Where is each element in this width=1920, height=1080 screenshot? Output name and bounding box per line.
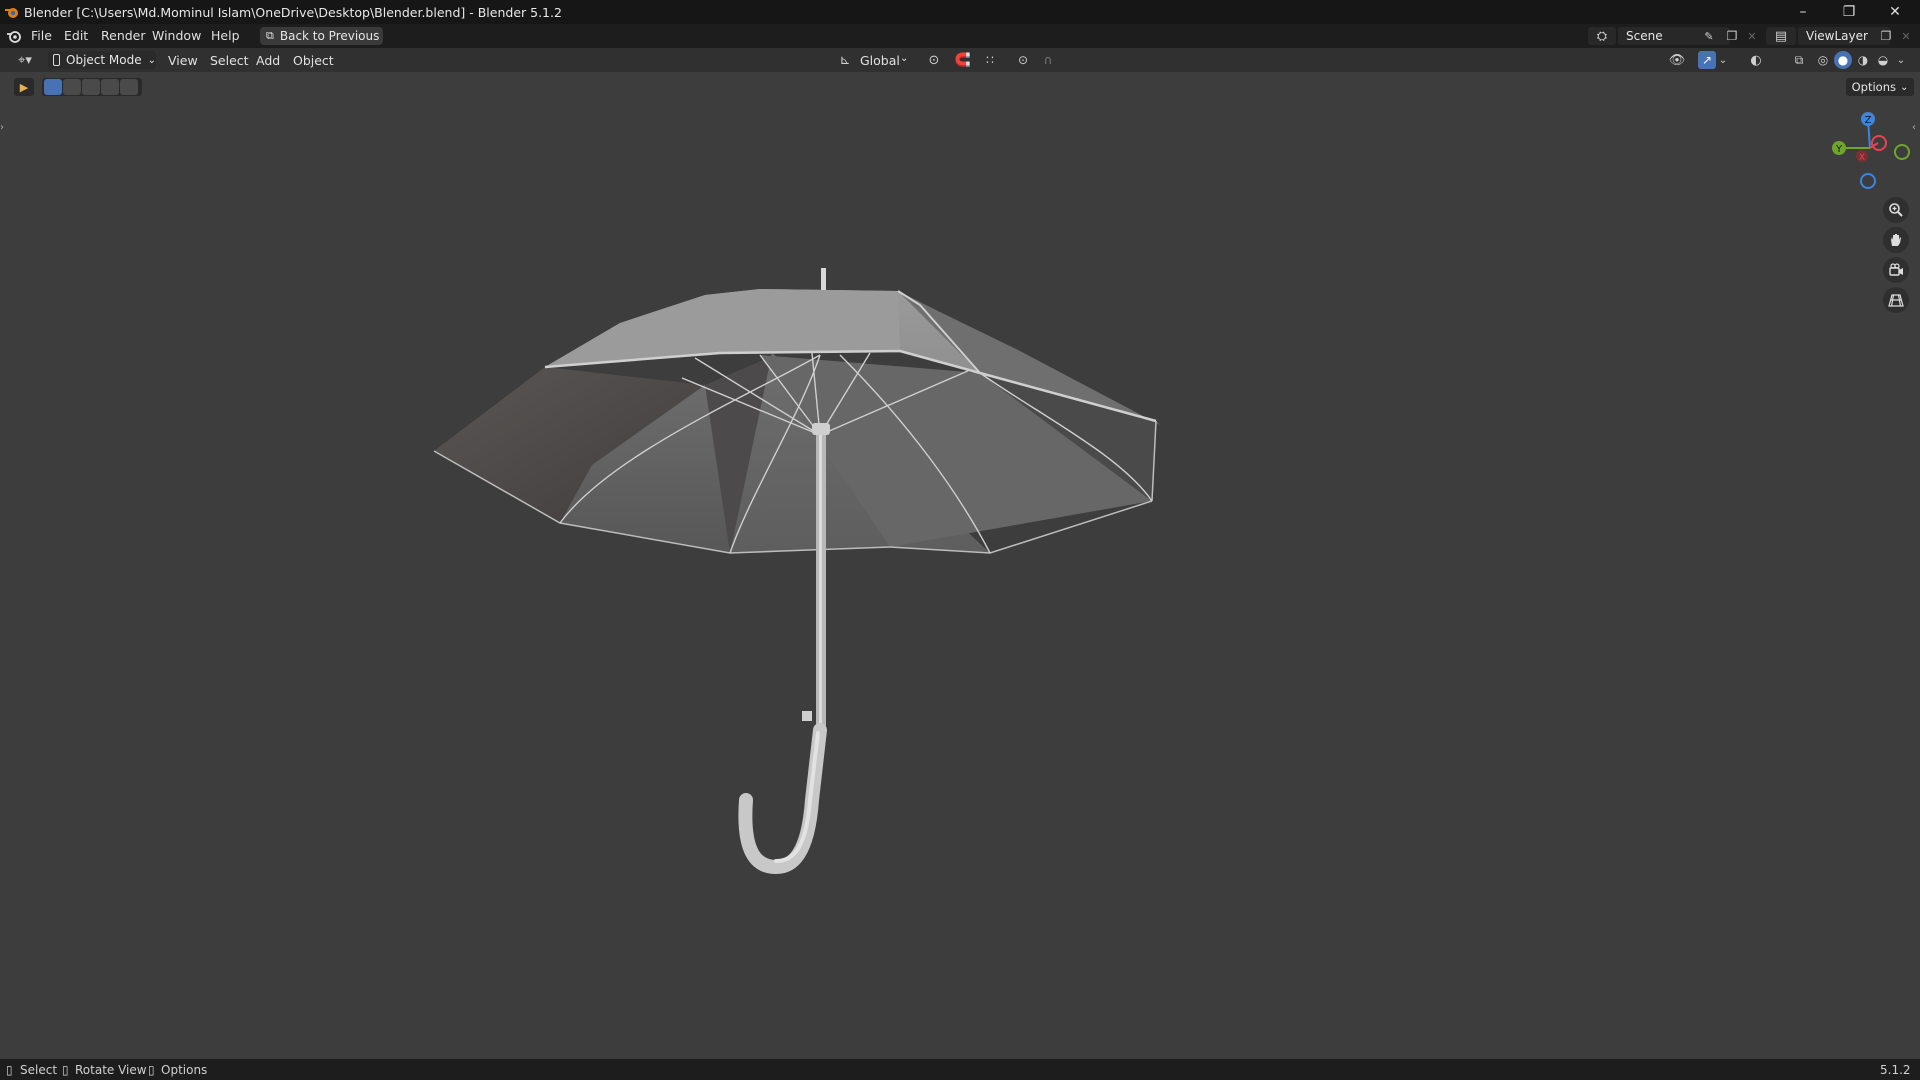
pivot-point-icon[interactable]: ⊙ (920, 51, 948, 69)
toolbar-expand-icon[interactable]: › (0, 122, 8, 138)
view-layer-name: ViewLayer (1806, 29, 1868, 43)
minimize-button[interactable]: – (1780, 0, 1826, 24)
overlays-icon[interactable]: ◐ (1742, 51, 1770, 69)
snap-target-icon[interactable]: ∷ (976, 51, 1004, 69)
object-mode-icon (53, 54, 61, 66)
status-bar: ▯ Select ▯ Rotate View ▯ Options 5.1.2 (0, 1059, 1920, 1080)
pin-icon[interactable]: ✎ (1700, 27, 1718, 45)
navigation-gizmo[interactable]: Z Y X (1822, 108, 1918, 192)
view-layer-icon[interactable]: ▤ (1766, 27, 1796, 45)
umbrella-tip (821, 268, 826, 290)
viewport-header: ⌖▾ Object Mode ⌄ View Select Add Object … (0, 48, 1920, 72)
select-invert-icon[interactable] (101, 79, 119, 95)
gizmo-toggle-icon[interactable]: ↗ (1698, 51, 1716, 69)
top-menu-bar: File Edit Render Window Help ⧉ Back to P… (0, 24, 1920, 48)
chevron-down-icon: ⌄ (1899, 81, 1909, 93)
selection-mode-group (42, 78, 142, 96)
gizmo-x-label: X (1859, 153, 1865, 163)
status-select: Select (20, 1063, 58, 1077)
snap-toggle-icon[interactable]: 🧲 (954, 51, 972, 69)
zoom-icon[interactable] (1883, 197, 1909, 223)
wireframe-shading-icon[interactable]: ◎ (1814, 51, 1832, 69)
select-tool-icon[interactable]: ▶ (14, 78, 34, 96)
scene-name: Scene (1626, 29, 1663, 43)
gizmo-y-label: Y (1835, 144, 1843, 155)
mouse-right-icon: ▯ (148, 1063, 155, 1077)
delete-scene-icon[interactable]: ✕ (1744, 27, 1760, 45)
solid-shading-icon[interactable]: ● (1834, 51, 1852, 69)
canopy-top (545, 289, 900, 367)
options-label: Options (1851, 80, 1896, 94)
delete-view-layer-icon[interactable]: ✕ (1898, 27, 1914, 45)
xray-icon[interactable]: ⧉ (1790, 51, 1808, 69)
mode-label: Object Mode (66, 53, 142, 67)
umbrella-runner (812, 423, 830, 435)
mouse-left-icon: ▯ (6, 1063, 13, 1077)
transform-orientation[interactable]: Global (860, 53, 900, 68)
umbrella-button (802, 711, 812, 721)
falloff-icon[interactable]: ∩ (1034, 51, 1062, 69)
back-to-previous-button[interactable]: ⧉ Back to Previous (260, 27, 383, 45)
transform-orientation-icon: ⊾ (839, 52, 851, 68)
select-subtract-icon[interactable] (82, 79, 100, 95)
back-to-previous-label: Back to Previous (279, 29, 380, 43)
scene-type-icon[interactable]: ⛭ (1588, 27, 1616, 45)
umbrella-model[interactable] (420, 255, 1180, 895)
chevron-down-icon[interactable]: ⌄ (1894, 51, 1908, 69)
menu-help[interactable]: Help (211, 28, 240, 43)
menu-object[interactable]: Object (293, 53, 334, 68)
blender-menu-icon[interactable] (6, 28, 22, 44)
options-dropdown[interactable]: Options ⌄ (1846, 78, 1914, 96)
close-button[interactable]: ✕ (1872, 0, 1918, 24)
camera-view-icon[interactable] (1883, 257, 1909, 283)
select-intersect-icon[interactable] (120, 79, 138, 95)
version-label: 5.1.2 (1880, 1063, 1911, 1077)
menu-add[interactable]: Add (256, 53, 280, 68)
chevron-down-icon: ⌄ (147, 54, 156, 66)
visibility-icon[interactable]: 👁 (1664, 51, 1690, 69)
blender-logo-icon (5, 8, 18, 18)
status-options: Options (161, 1063, 208, 1077)
editor-type-icon[interactable]: ⌖▾ (10, 51, 40, 69)
chevron-down-icon[interactable]: ⌄ (1716, 51, 1730, 69)
menu-render[interactable]: Render (101, 28, 146, 43)
menu-edit[interactable]: Edit (64, 28, 88, 43)
menu-window[interactable]: Window (152, 28, 201, 43)
proportional-edit-icon[interactable]: ⊙ (1014, 51, 1032, 69)
new-view-layer-icon[interactable]: ❐ (1876, 27, 1896, 45)
rendered-shading-icon[interactable]: ◒ (1874, 51, 1892, 69)
gizmo-z-label: Z (1865, 115, 1872, 126)
status-rotate-view: Rotate View (75, 1063, 147, 1077)
select-extend-icon[interactable] (63, 79, 81, 95)
menu-file[interactable]: File (31, 28, 52, 43)
mouse-middle-icon: ▯ (62, 1063, 69, 1077)
menu-view[interactable]: View (168, 53, 198, 68)
material-shading-icon[interactable]: ◑ (1854, 51, 1872, 69)
title-bar: Blender [C:\Users\Md.Mominul Islam\OneDr… (0, 0, 1920, 24)
new-scene-icon[interactable]: ❐ (1722, 27, 1742, 45)
menu-select[interactable]: Select (210, 53, 249, 68)
maximize-button[interactable]: ❐ (1826, 0, 1872, 24)
pan-hand-icon[interactable] (1883, 227, 1909, 253)
back-icon: ⧉ (266, 29, 274, 42)
mode-selector[interactable]: Object Mode ⌄ (48, 51, 156, 69)
perspective-toggle-icon[interactable] (1883, 287, 1909, 313)
chevron-down-icon[interactable]: ⌄ (900, 53, 908, 64)
select-new-icon[interactable] (44, 79, 62, 95)
window-title: Blender [C:\Users\Md.Mominul Islam\OneDr… (24, 4, 562, 20)
